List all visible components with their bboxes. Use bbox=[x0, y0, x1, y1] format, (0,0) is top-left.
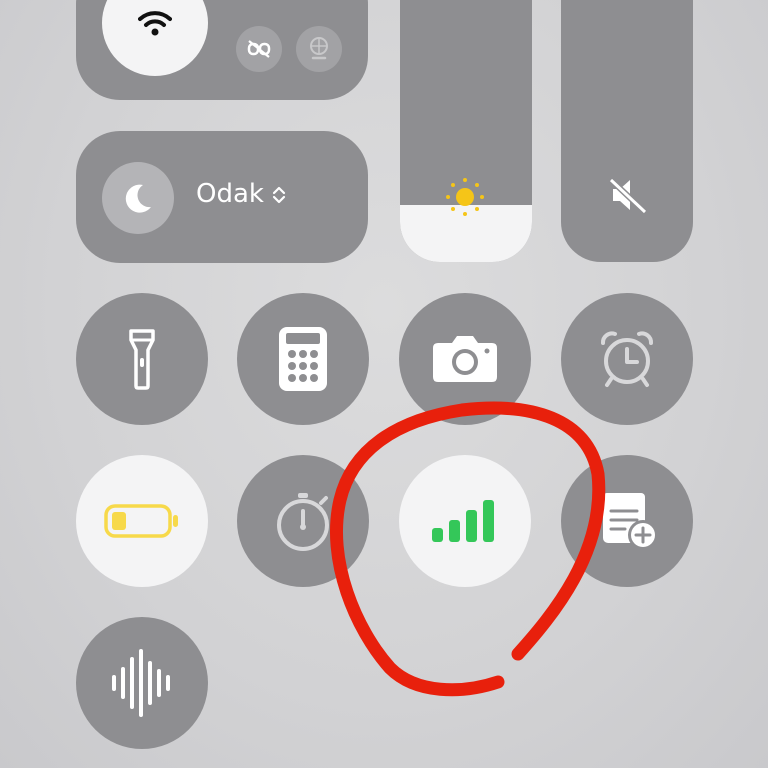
camera-button[interactable] bbox=[399, 293, 531, 425]
stopwatch-button[interactable] bbox=[237, 455, 369, 587]
flashlight-icon bbox=[128, 328, 156, 390]
waveform-icon bbox=[109, 649, 175, 717]
volume-slider[interactable] bbox=[561, 0, 693, 262]
sound-recognition-button[interactable] bbox=[76, 617, 208, 749]
vpn-icon bbox=[307, 36, 331, 62]
focus-label: Odak bbox=[196, 179, 264, 209]
flashlight-button[interactable] bbox=[76, 293, 208, 425]
hotspot-button[interactable] bbox=[236, 26, 282, 72]
focus-module[interactable]: Odak bbox=[76, 131, 368, 263]
cellular-signal-button[interactable] bbox=[399, 455, 531, 587]
alarm-clock-icon bbox=[597, 329, 657, 389]
sun-icon bbox=[440, 172, 490, 222]
connectivity-module bbox=[76, 0, 368, 100]
signal-bars-icon bbox=[430, 498, 500, 544]
calculator-icon bbox=[278, 326, 328, 392]
vpn-button[interactable] bbox=[296, 26, 342, 72]
focus-toggle[interactable] bbox=[102, 162, 174, 234]
speaker-muted-icon bbox=[605, 172, 651, 218]
wifi-icon bbox=[138, 9, 172, 37]
camera-icon bbox=[432, 335, 498, 383]
stopwatch-icon bbox=[271, 489, 335, 553]
low-power-mode-button[interactable] bbox=[76, 455, 208, 587]
wifi-button[interactable] bbox=[102, 0, 208, 76]
brightness-slider[interactable] bbox=[400, 0, 532, 262]
battery-icon bbox=[104, 504, 180, 538]
chevron-updown-icon bbox=[272, 185, 286, 205]
moon-icon bbox=[121, 181, 155, 215]
quick-note-icon bbox=[591, 489, 663, 553]
quick-note-button[interactable] bbox=[561, 455, 693, 587]
calculator-button[interactable] bbox=[237, 293, 369, 425]
hotspot-icon bbox=[246, 39, 272, 59]
alarm-button[interactable] bbox=[561, 293, 693, 425]
